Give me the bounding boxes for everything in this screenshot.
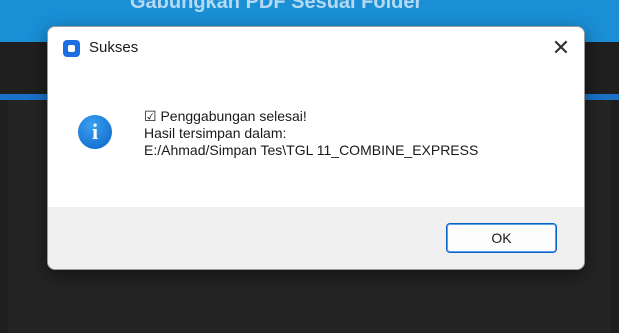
message-line-label: Hasil tersimpan dalam: <box>144 125 287 141</box>
app-icon <box>63 40 80 57</box>
ok-button[interactable]: OK <box>446 223 557 253</box>
background-window-title: Gabungkan PDF Sesuai Folder <box>130 0 423 13</box>
close-icon: ✕ <box>551 35 571 60</box>
close-button[interactable]: ✕ <box>538 27 584 69</box>
dialog-message: ☑ Penggabungan selesai! Hasil tersimpan … <box>144 108 478 159</box>
info-icon: i <box>78 115 112 149</box>
dialog-footer: OK <box>48 207 584 269</box>
success-dialog: Sukses ✕ i ☑ Penggabungan selesai! Hasil… <box>47 26 585 270</box>
message-line-status: ☑ Penggabungan selesai! <box>144 108 307 124</box>
dialog-content: i ☑ Penggabungan selesai! Hasil tersimpa… <box>48 69 584 207</box>
message-line-path: E:/Ahmad/Simpan Tes\TGL 11_COMBINE_EXPRE… <box>144 142 479 158</box>
dialog-titlebar: Sukses ✕ <box>48 27 584 69</box>
info-icon-glyph: i <box>91 119 99 144</box>
dialog-title: Sukses <box>89 39 139 56</box>
